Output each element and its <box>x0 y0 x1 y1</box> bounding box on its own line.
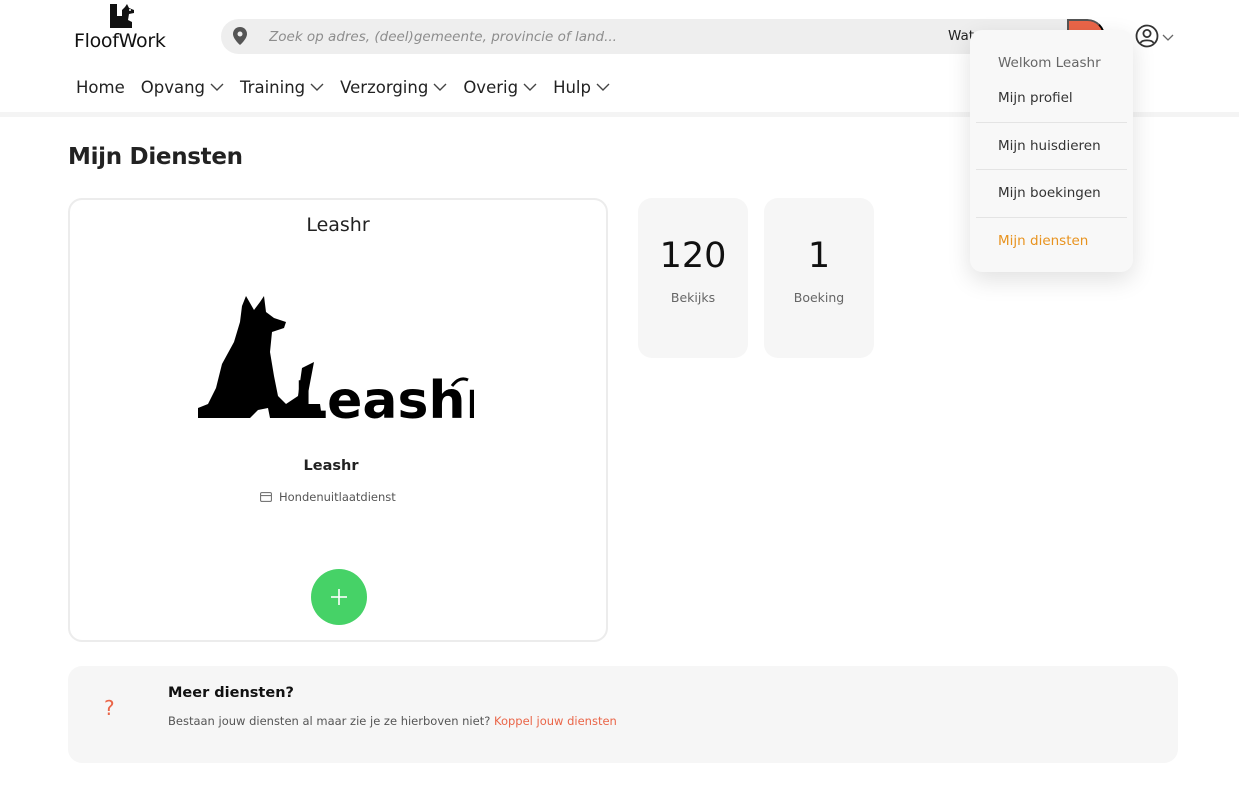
location-search-input[interactable] <box>269 19 909 54</box>
leashr-logo-text: Leashr <box>294 371 474 422</box>
stat-label: Boeking <box>793 290 845 305</box>
nav-item-label: Opvang <box>140 77 206 97</box>
stat-label: Bekijks <box>670 290 716 305</box>
nav-item-verzorging[interactable]: Verzorging <box>340 76 447 98</box>
stat-value: 1 <box>807 236 831 276</box>
nav-item-home[interactable]: Home <box>76 76 125 98</box>
nav-item-overig[interactable]: Overig <box>463 76 537 98</box>
more-services-panel: ? Meer diensten? Bestaan jouw diensten a… <box>68 666 1178 763</box>
service-card-title: Leashr <box>306 214 370 236</box>
menu-item-profile[interactable]: Mijn profiel <box>998 90 1073 106</box>
user-greeting: Welkom Leashr <box>998 55 1101 71</box>
menu-divider <box>976 169 1127 170</box>
menu-item-bookings[interactable]: Mijn boekingen <box>998 185 1101 201</box>
more-services-description: Bestaan jouw diensten al maar zie je ze … <box>168 714 491 728</box>
site-logo[interactable]: FloofWork <box>74 2 179 56</box>
main-nav: Home Opvang Training Verzorging Overig H… <box>76 76 626 98</box>
nav-item-label: Verzorging <box>340 77 429 97</box>
id-card-icon <box>260 492 272 502</box>
dog-logo-icon <box>110 4 134 28</box>
plus-icon <box>331 589 347 605</box>
logo-text: FloofWork <box>74 30 166 52</box>
nav-item-label: Training <box>240 77 306 97</box>
nav-item-opvang[interactable]: Opvang <box>141 76 224 98</box>
stat-value: 120 <box>659 236 727 276</box>
user-avatar-icon <box>1135 24 1159 48</box>
nav-item-label: Home <box>76 77 125 97</box>
page-title: Mijn Diensten <box>68 144 243 170</box>
nav-item-training[interactable]: Training <box>240 76 324 98</box>
chevron-down-icon <box>596 83 610 91</box>
menu-divider <box>976 217 1127 218</box>
more-services-title: Meer diensten? <box>168 685 294 701</box>
service-name: Leashr <box>303 458 359 474</box>
add-service-button[interactable] <box>311 569 367 625</box>
chevron-down-icon <box>433 83 447 91</box>
more-services-text: Bestaan jouw diensten al maar zie je ze … <box>168 714 617 728</box>
service-card[interactable]: Leashr Leashr Leashr Hondenuitlaatdienst <box>68 198 608 642</box>
service-category-label: Hondenuitlaatdienst <box>279 490 396 504</box>
menu-item-pets[interactable]: Mijn huisdieren <box>998 138 1101 154</box>
chevron-down-icon <box>210 83 224 91</box>
leashr-logo: Leashr <box>198 296 474 422</box>
question-icon: ? <box>104 696 115 720</box>
nav-item-label: Hulp <box>553 77 591 97</box>
chevron-down-icon <box>523 83 537 91</box>
menu-item-services[interactable]: Mijn diensten <box>998 233 1088 249</box>
chevron-down-icon <box>310 83 324 91</box>
user-menu-toggle[interactable] <box>1135 24 1175 48</box>
nav-item-hulp[interactable]: Hulp <box>553 76 610 98</box>
service-category: Hondenuitlaatdienst <box>260 490 396 504</box>
user-dropdown-menu: Welkom Leashr Mijn profiel Mijn huisdier… <box>970 30 1133 272</box>
location-pin-icon <box>233 27 247 45</box>
stat-views: 120 Bekijks <box>638 198 748 358</box>
nav-item-label: Overig <box>463 77 519 97</box>
chevron-down-icon <box>1162 34 1174 41</box>
stat-bookings: 1 Boeking <box>764 198 874 358</box>
menu-divider <box>976 122 1127 123</box>
link-services-link[interactable]: Koppel jouw diensten <box>494 714 617 728</box>
